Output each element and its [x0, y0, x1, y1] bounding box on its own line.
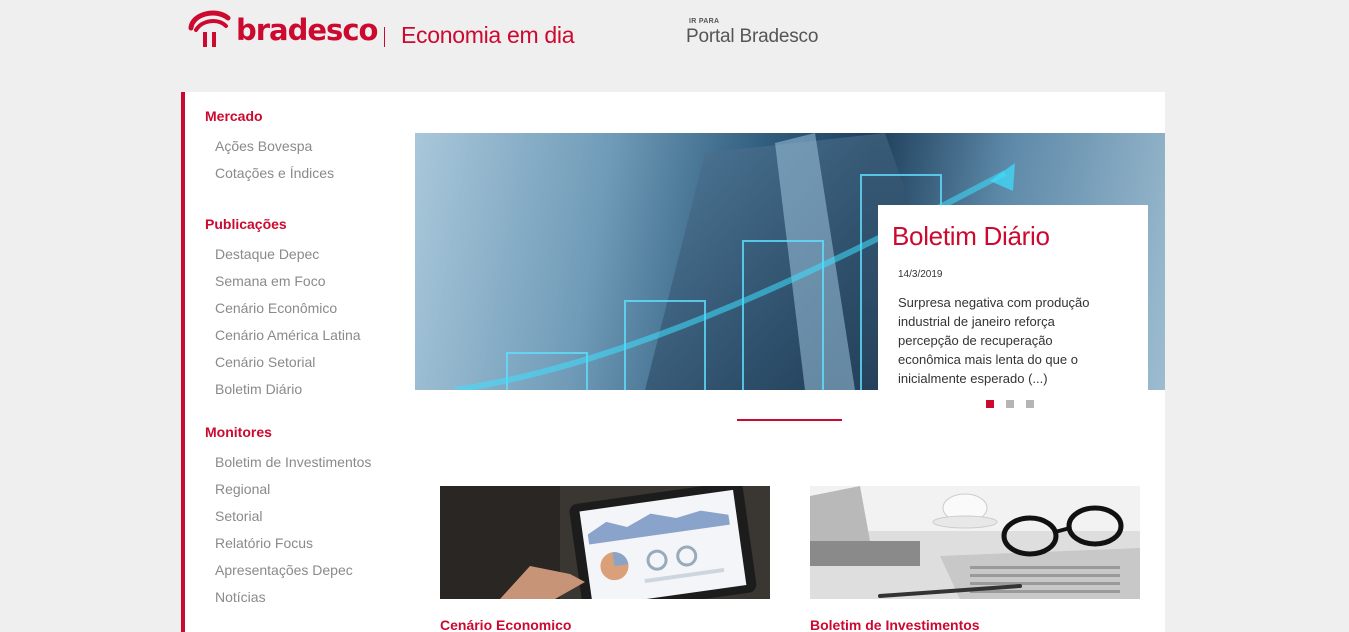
carousel-dot-1[interactable] [986, 400, 994, 408]
card-boletim-investimentos[interactable]: Boletim de Investimentos [810, 486, 1140, 632]
hero-carousel[interactable]: Boletim Diário 14/3/2019 Surpresa negati… [415, 133, 1165, 390]
sidebar-item-cenario-america-latina[interactable]: Cenário América Latina [215, 327, 401, 354]
sidebar-item-noticias[interactable]: Notícias [215, 589, 401, 616]
bradesco-logo-icon [188, 10, 231, 47]
sidebar-item-cenario-economico[interactable]: Cenário Econômico [215, 300, 401, 327]
portal-link-label: Portal Bradesco [686, 26, 819, 47]
sidebar-nav: Mercado Ações Bovespa Cotações e Índices… [181, 92, 401, 632]
sidebar-section-publicacoes: Publicações Destaque Depec Semana em Foc… [205, 216, 401, 408]
sidebar-section-mercado: Mercado Ações Bovespa Cotações e Índices [205, 108, 401, 192]
main-panel: Mercado Ações Bovespa Cotações e Índices… [181, 92, 1165, 632]
site-tagline: Economia em dia [401, 22, 575, 48]
sidebar-heading: Publicações [205, 216, 287, 232]
portal-bradesco-link[interactable]: IR PARA Portal Bradesco [686, 18, 818, 48]
section-divider [737, 419, 842, 421]
sidebar-heading: Mercado [205, 108, 263, 124]
sidebar-section-monitores: Monitores Boletim de Investimentos Regio… [205, 424, 401, 616]
sidebar-item-semana-em-foco[interactable]: Semana em Foco [215, 273, 401, 300]
sidebar-item-relatorio-focus[interactable]: Relatório Focus [215, 535, 401, 562]
sidebar-item-destaque-depec[interactable]: Destaque Depec [215, 246, 401, 273]
tablet-charts-photo[interactable] [440, 486, 770, 599]
sidebar-list: Ações Bovespa Cotações e Índices [215, 138, 401, 192]
site-header: bradesco Economia em dia IR PARA Portal … [0, 0, 1349, 92]
sidebar-item-setorial[interactable]: Setorial [215, 508, 401, 535]
card-title[interactable]: Boletim de Investimentos [810, 617, 1140, 632]
sidebar-list: Destaque Depec Semana em Foco Cenário Ec… [215, 246, 401, 408]
carousel-dot-3[interactable] [1026, 400, 1034, 408]
carousel-dot-2[interactable] [1006, 400, 1014, 408]
portal-link-caption: IR PARA [689, 18, 720, 25]
hero-caption-card[interactable]: Boletim Diário 14/3/2019 Surpresa negati… [878, 205, 1148, 390]
newspaper-glasses-photo[interactable] [810, 486, 1140, 599]
bradesco-logo[interactable]: bradesco [186, 6, 378, 50]
header-separator [384, 27, 385, 47]
brand-name: bradesco [236, 13, 378, 47]
sidebar-item-boletim-investimentos[interactable]: Boletim de Investimentos [215, 454, 401, 481]
sidebar-heading: Monitores [205, 424, 272, 440]
card-title[interactable]: Cenário Economico [440, 617, 770, 632]
sidebar-list: Boletim de Investimentos Regional Setori… [215, 454, 401, 616]
sidebar-item-cenario-setorial[interactable]: Cenário Setorial [215, 354, 401, 381]
sidebar-item-acoes-bovespa[interactable]: Ações Bovespa [215, 138, 401, 165]
hero-date: 14/3/2019 [898, 269, 943, 280]
sidebar-item-regional[interactable]: Regional [215, 481, 401, 508]
sidebar-item-apresentacoes-depec[interactable]: Apresentações Depec [215, 562, 401, 589]
card-cenario-economico[interactable]: Cenário Economico [440, 486, 770, 632]
sidebar-item-boletim-diario[interactable]: Boletim Diário [215, 381, 401, 408]
hero-summary: Surpresa negativa com produção industria… [898, 295, 1090, 386]
sidebar-item-cotacoes-indices[interactable]: Cotações e Índices [215, 165, 401, 192]
hero-title[interactable]: Boletim Diário [892, 221, 1134, 252]
carousel-indicators [986, 400, 1034, 408]
